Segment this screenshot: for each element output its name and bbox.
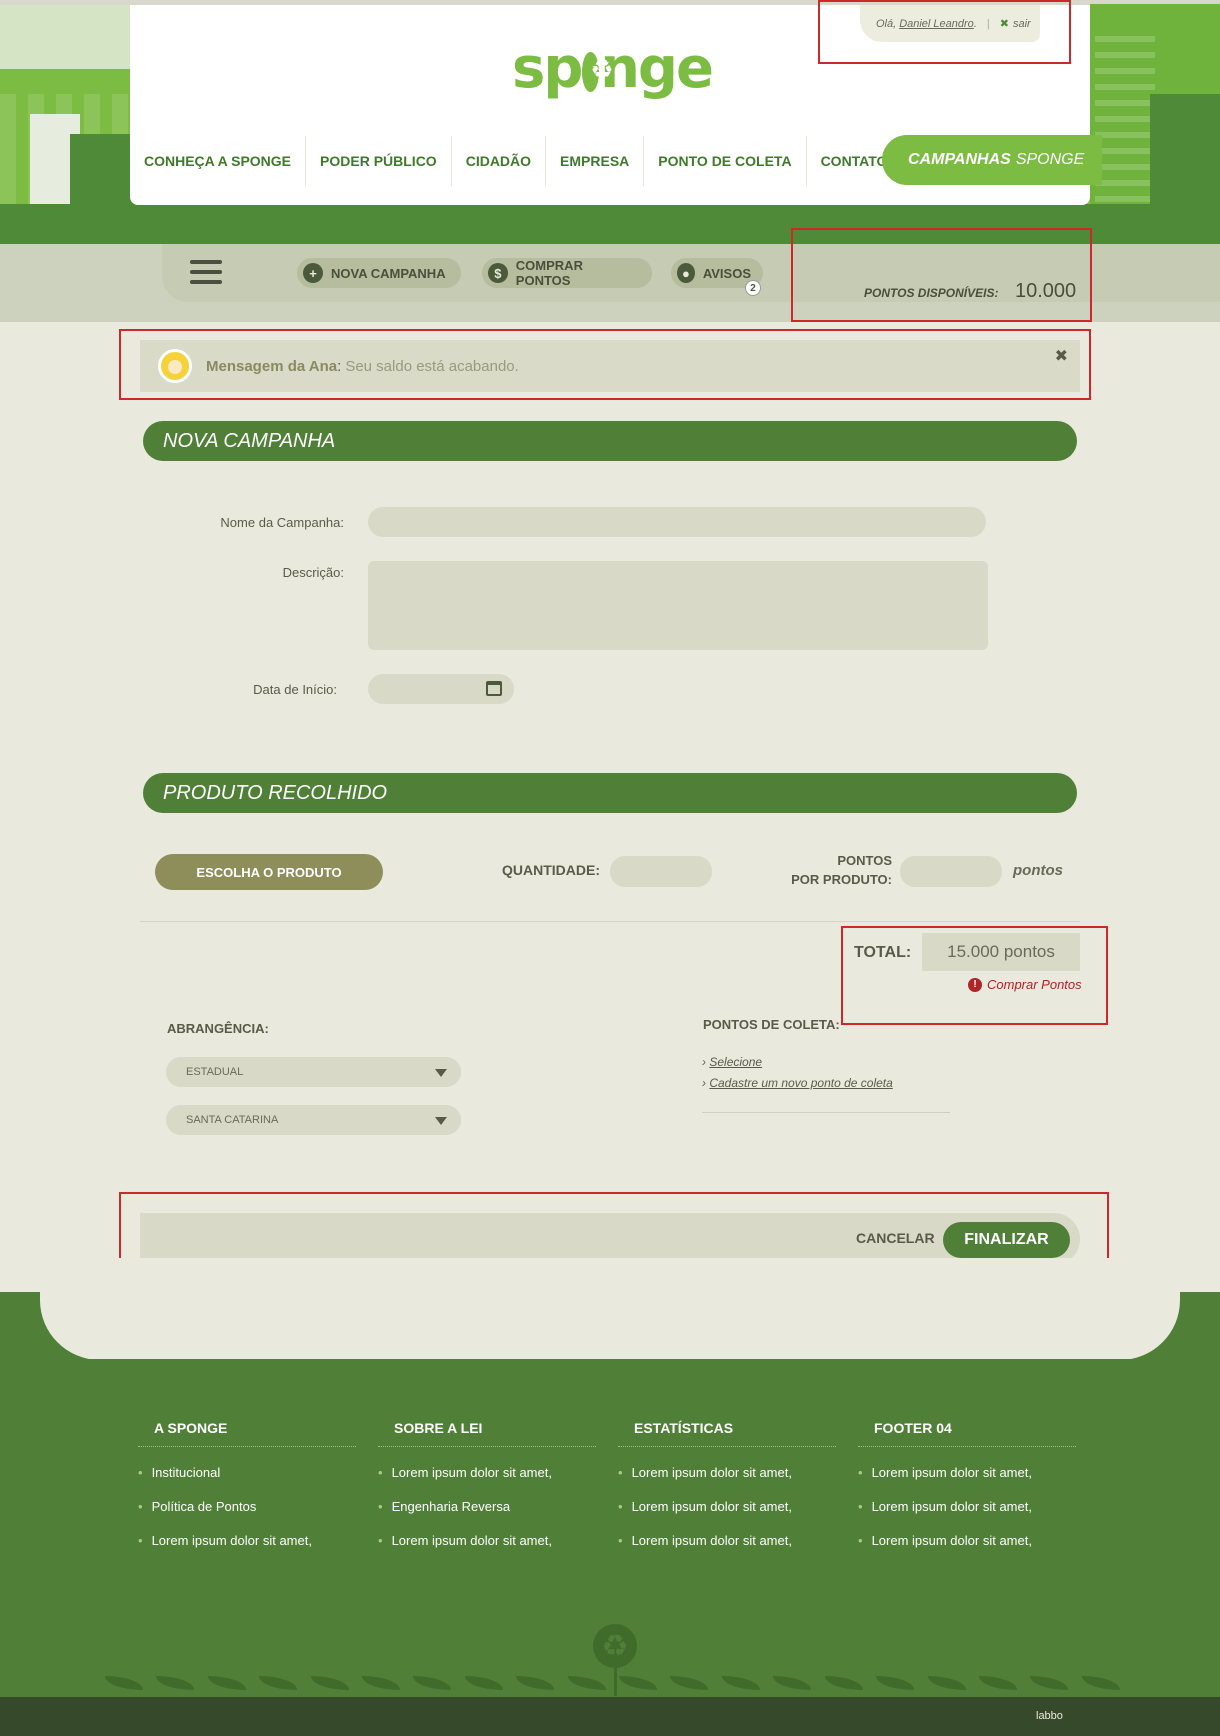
plus-icon: + <box>303 263 323 283</box>
abrangencia-select[interactable]: ESTADUAL <box>166 1057 461 1087</box>
footer-curve <box>40 1258 1180 1360</box>
total-value: 15.000 pontos <box>922 933 1080 971</box>
footer-link[interactable]: Engenharia Reversa <box>378 1499 596 1533</box>
nova-campanha-header: NOVA CAMPANHA <box>143 421 1077 461</box>
campaign-name-label: Nome da Campanha: <box>220 515 344 530</box>
points-value: 10.000 <box>1015 280 1077 302</box>
footer-col-sobre-lei: SOBRE A LEI Lorem ipsum dolor sit amet, … <box>378 1420 596 1567</box>
description-label: Descrição: <box>282 565 344 580</box>
finish-button[interactable]: FINALIZAR <box>943 1222 1070 1258</box>
points-unit: pontos <box>1013 862 1063 879</box>
leaf-border <box>105 1672 1120 1698</box>
message-from: Mensagem da Ana <box>206 357 338 375</box>
credit-logo[interactable]: labbo <box>1036 1710 1063 1722</box>
recycle-icon <box>582 52 611 92</box>
close-icon[interactable]: ✖ <box>1000 17 1009 30</box>
total-label: TOTAL: <box>854 944 912 961</box>
avisos-button[interactable]: ● AVISOS 2 <box>671 258 763 296</box>
points-label: PONTOS DISPONÍVEIS: <box>864 286 999 300</box>
user-box: Olá, Daniel Leandro. | ✖ sair <box>860 5 1040 42</box>
nav-cidadao[interactable]: CIDADÃO <box>452 136 547 186</box>
greeting-text: Olá, <box>876 17 897 30</box>
footer-link[interactable]: Política de Pontos <box>138 1499 356 1533</box>
produto-recolhido-header: PRODUTO RECOLHIDO <box>143 773 1077 813</box>
estado-value: SANTA CATARINA <box>186 1114 279 1126</box>
footer-col-footer-04: FOOTER 04 Lorem ipsum dolor sit amet, Lo… <box>858 1420 1076 1567</box>
calendar-icon[interactable] <box>486 681 502 696</box>
menu-icon[interactable] <box>190 260 222 284</box>
divider <box>140 921 1080 922</box>
alert-icon: ! <box>968 977 982 992</box>
logo-text-left: sp <box>512 35 583 101</box>
footer-link[interactable]: Institucional <box>138 1465 356 1499</box>
avatar <box>158 349 192 383</box>
nav-empresa[interactable]: EMPRESA <box>546 136 645 186</box>
main-nav: CONHEÇA A SPONGE PODER PÚBLICO CIDADÃO E… <box>130 136 901 186</box>
register-collection-point-link[interactable]: › Cadastre um novo ponto de coleta <box>702 1076 893 1090</box>
footer-link[interactable]: Lorem ipsum dolor sit amet, <box>618 1465 836 1499</box>
avisos-count-badge: 2 <box>745 280 761 296</box>
avisos-label: AVISOS <box>702 265 751 281</box>
message-banner: Mensagem da Ana: Seu saldo está acabando… <box>140 340 1080 392</box>
footer-col-title: ESTATÍSTICAS <box>618 1420 836 1447</box>
footer-link[interactable]: Lorem ipsum dolor sit amet, <box>618 1533 836 1567</box>
start-date-label: Data de Início: <box>253 682 337 697</box>
sponge-logo[interactable]: spnge <box>512 28 714 108</box>
footer-col-title: A SPONGE <box>138 1420 356 1447</box>
footer-col-a-sponge: A SPONGE Institucional Política de Ponto… <box>138 1420 356 1567</box>
chevron-down-icon <box>435 1069 447 1077</box>
nav-poder-publico[interactable]: PODER PÚBLICO <box>306 136 452 186</box>
recycle-icon: ♻ <box>593 1624 637 1668</box>
description-textarea[interactable] <box>368 561 988 650</box>
footer-col-title: FOOTER 04 <box>858 1420 1076 1447</box>
close-icon[interactable]: ✖ <box>1055 346 1068 366</box>
divider <box>702 1112 950 1113</box>
footer-col-title: SOBRE A LEI <box>378 1420 596 1447</box>
logout-link[interactable]: sair <box>1013 18 1031 30</box>
nova-campanha-label: NOVA CAMPANHA <box>331 265 446 281</box>
choose-product-button[interactable]: ESCOLHA O PRODUTO <box>155 854 383 890</box>
user-name-link[interactable]: Daniel Leandro <box>899 18 974 30</box>
nova-campanha-button[interactable]: + NOVA CAMPANHA <box>297 258 461 288</box>
register-link-text: Cadastre um novo ponto de coleta <box>709 1076 893 1090</box>
message-text: Seu saldo está acabando. <box>345 357 519 375</box>
footer-col-estatisticas: ESTATÍSTICAS Lorem ipsum dolor sit amet,… <box>618 1420 836 1567</box>
dollar-icon: $ <box>488 263 508 283</box>
quantity-label: QUANTIDADE: <box>502 862 600 878</box>
points-per-product-label-1: PONTOS <box>837 853 892 868</box>
estado-select[interactable]: SANTA CATARINA <box>166 1105 461 1135</box>
select-link-text: Selecione <box>709 1055 763 1069</box>
points-per-product-label-2: POR PRODUTO: <box>791 872 892 887</box>
cancel-button[interactable]: CANCELAR <box>856 1230 935 1246</box>
footer-link[interactable]: Lorem ipsum dolor sit amet, <box>858 1465 1076 1499</box>
quantity-input[interactable] <box>610 856 712 887</box>
footer-link[interactable]: Lorem ipsum dolor sit amet, <box>618 1499 836 1533</box>
comprar-pontos-button[interactable]: $ COMPRAR PONTOS <box>482 258 652 288</box>
abrangencia-value: ESTADUAL <box>186 1066 244 1078</box>
campaign-name-input[interactable] <box>368 507 986 537</box>
points-per-product-input[interactable] <box>900 856 1002 887</box>
buy-points-label: Comprar Pontos <box>987 977 1082 992</box>
nav-conheca[interactable]: CONHEÇA A SPONGE <box>130 136 307 186</box>
footer-link[interactable]: Lorem ipsum dolor sit amet, <box>858 1533 1076 1567</box>
chevron-down-icon <box>435 1117 447 1125</box>
footer-link[interactable]: Lorem ipsum dolor sit amet, <box>858 1499 1076 1533</box>
campanhas-sponge-button[interactable]: CAMPANHAS SPONGE <box>882 135 1102 185</box>
footer-link[interactable]: Lorem ipsum dolor sit amet, <box>378 1465 596 1499</box>
campanhas-bold: CAMPANHAS <box>908 151 1011 168</box>
pontos-coleta-label: PONTOS DE COLETA: <box>703 1017 840 1032</box>
chat-icon: ● <box>677 263 695 283</box>
abrangencia-label: ABRANGÊNCIA: <box>167 1021 269 1036</box>
logo-text-right: nge <box>600 35 714 101</box>
footer-link[interactable]: Lorem ipsum dolor sit amet, <box>378 1533 596 1567</box>
nav-ponto-coleta[interactable]: PONTO DE COLETA <box>644 136 807 186</box>
buy-points-link[interactable]: ! Comprar Pontos <box>968 977 1082 992</box>
select-collection-point-link[interactable]: › Selecione <box>702 1055 762 1069</box>
campanhas-light: SPONGE <box>1015 151 1085 168</box>
footer-link[interactable]: Lorem ipsum dolor sit amet, <box>138 1533 356 1567</box>
comprar-pontos-label: COMPRAR PONTOS <box>515 258 583 288</box>
